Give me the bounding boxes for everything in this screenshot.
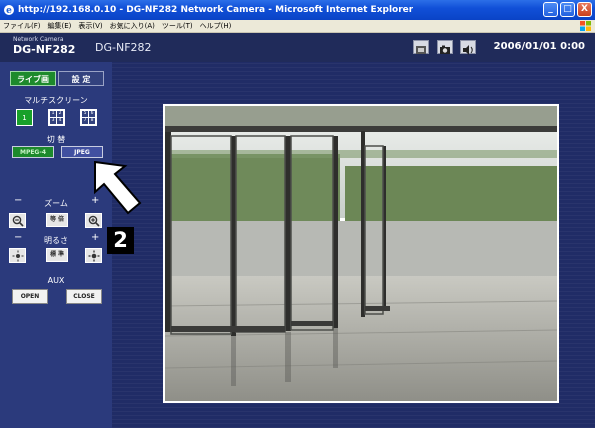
- aux-open-button[interactable]: OPEN: [12, 289, 48, 304]
- tab-setup[interactable]: 設 定: [58, 71, 104, 86]
- quad-cell: 1: [50, 111, 56, 117]
- control-panel: ライブ画 設 定 マルチスクリーン 1 1 2 3 4 5 6 7 8 切 替 …: [0, 62, 112, 428]
- brightness-down-button[interactable]: [9, 248, 26, 263]
- maximize-button[interactable]: □: [560, 2, 575, 17]
- svg-text:e: e: [6, 6, 12, 16]
- menu-help[interactable]: ヘルプ(H): [200, 21, 232, 31]
- brightness-reset-button[interactable]: 標 準: [46, 248, 68, 262]
- jpeg-button[interactable]: JPEG: [61, 146, 103, 158]
- zoom-reset-button[interactable]: 等 倍: [46, 213, 68, 227]
- camera-image: [163, 104, 559, 403]
- quad-cell: 3: [50, 118, 56, 124]
- brightness-up-button[interactable]: [85, 248, 102, 263]
- sun-bright-icon: [88, 250, 99, 261]
- snapshot-icon[interactable]: [413, 40, 429, 54]
- window-title: http://192.168.0.10 - DG-NF282 Network C…: [18, 5, 414, 15]
- switch-label: 切 替: [46, 135, 66, 144]
- quad-screen-5-8-button[interactable]: 5 6 7 8: [80, 109, 97, 126]
- menu-bar: ファイル(F) 編集(E) 表示(V) お気に入り(A) ツール(T) ヘルプ(…: [0, 20, 595, 33]
- mpeg4-button[interactable]: MPEG-4: [12, 146, 54, 158]
- menu-tools[interactable]: ツール(T): [162, 21, 193, 31]
- quad-cell: 2: [57, 111, 63, 117]
- quad-cell: 4: [57, 118, 63, 124]
- quad-cell: 6: [89, 111, 95, 117]
- quad-cell: 8: [89, 118, 95, 124]
- app-header: Network Camera DG-NF282 DG-NF282 2006/01…: [0, 33, 595, 62]
- sun-dim-icon: [12, 250, 23, 261]
- model-name: DG-NF282: [95, 41, 152, 54]
- quad-cell: 7: [82, 118, 88, 124]
- brand-name: DG-NF282: [13, 43, 76, 56]
- aux-label: AUX: [47, 276, 65, 285]
- menu-edit[interactable]: 編集(E): [48, 21, 72, 31]
- quad-screen-1-4-button[interactable]: 1 2 3 4: [48, 109, 65, 126]
- windows-logo-icon: [580, 21, 591, 31]
- pointer-arrow-icon: [94, 161, 142, 215]
- ie-icon: e: [4, 5, 14, 16]
- tab-live[interactable]: ライブ画: [10, 71, 56, 86]
- quad-cell: 5: [82, 111, 88, 117]
- window-titlebar: e http://192.168.0.10 - DG-NF282 Network…: [0, 0, 595, 20]
- menu-favorites[interactable]: お気に入り(A): [110, 21, 155, 31]
- datetime-display: 2006/01/01 0:00: [493, 41, 585, 52]
- zoom-out-icon: [12, 215, 24, 227]
- zoom-out-button[interactable]: [9, 213, 26, 228]
- multiscreen-label: マルチスクリーン: [24, 96, 88, 105]
- menu-view[interactable]: 表示(V): [78, 21, 102, 31]
- single-screen-button[interactable]: 1: [16, 109, 33, 126]
- minimize-button[interactable]: _: [543, 2, 558, 17]
- brightness-plus-label: +: [91, 232, 100, 243]
- audio-icon[interactable]: [460, 40, 476, 55]
- camera-icon[interactable]: [437, 40, 453, 54]
- callout-number-badge: 2: [107, 227, 134, 254]
- close-button[interactable]: X: [577, 2, 592, 17]
- brand-subtitle: Network Camera: [13, 36, 64, 43]
- menu-file[interactable]: ファイル(F): [3, 21, 41, 31]
- aux-close-button[interactable]: CLOSE: [66, 289, 102, 304]
